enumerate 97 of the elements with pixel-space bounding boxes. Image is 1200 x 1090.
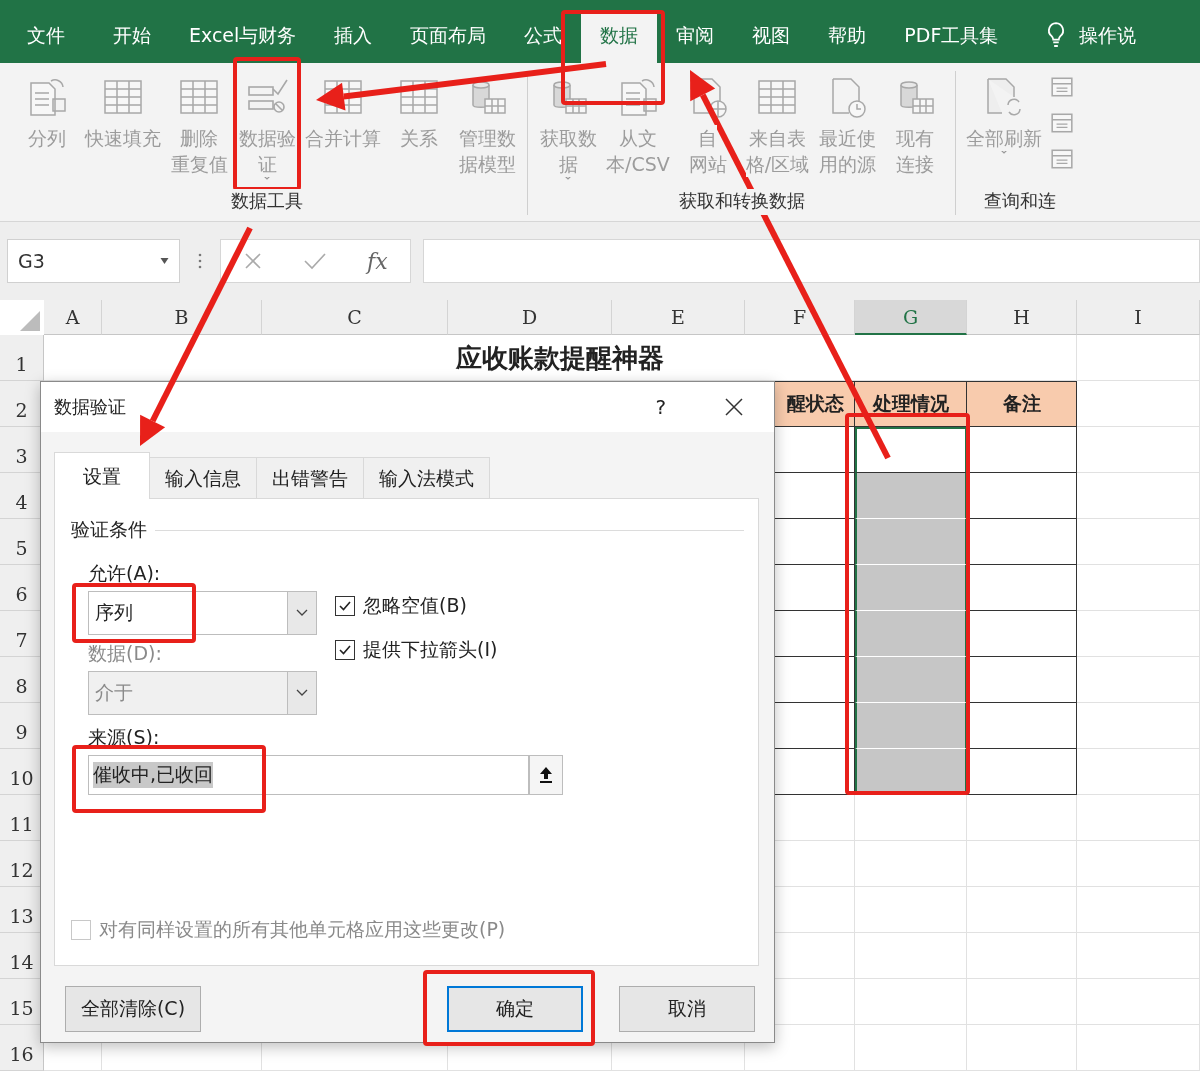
select-all-icon[interactable]	[20, 311, 40, 331]
column-header[interactable]: F	[745, 300, 855, 335]
column-header[interactable]: E	[612, 300, 745, 335]
sheet-cell[interactable]	[967, 933, 1077, 979]
sheet-cell[interactable]	[855, 795, 967, 841]
sheet-cell[interactable]	[1077, 795, 1200, 841]
menu-tab[interactable]: 开始	[94, 12, 170, 63]
upload-icon	[539, 766, 553, 784]
small-table-icon[interactable]	[1050, 147, 1075, 171]
table-cell[interactable]	[855, 519, 967, 565]
table-cell[interactable]	[855, 611, 967, 657]
table-cell[interactable]	[967, 473, 1077, 519]
insert-function-button[interactable]: fx	[367, 248, 388, 274]
table-cell[interactable]	[855, 473, 967, 519]
sheet-cell[interactable]	[1077, 1025, 1200, 1071]
check-icon[interactable]	[303, 251, 327, 271]
name-box[interactable]: G3	[7, 239, 180, 283]
table-cell[interactable]	[967, 657, 1077, 703]
column-header[interactable]: A	[44, 300, 102, 335]
table-cell[interactable]	[855, 427, 967, 473]
menu-tab[interactable]: Excel与财务	[170, 12, 316, 63]
checkmark-icon	[338, 599, 352, 613]
caret-icon	[296, 609, 308, 617]
table-cell[interactable]	[967, 519, 1077, 565]
formula-field[interactable]	[422, 239, 1200, 283]
column-header[interactable]: I	[1077, 300, 1200, 335]
menu-tab[interactable]: 文件	[8, 12, 94, 63]
dialog-tab[interactable]: 设置	[54, 452, 150, 499]
dialog-tab[interactable]: 输入法模式	[363, 457, 490, 498]
allow-dropdown[interactable]: 序列	[88, 591, 317, 635]
menu-tab[interactable]: 公式	[505, 12, 582, 63]
sheet-cell[interactable]	[967, 887, 1077, 933]
table-cell[interactable]	[967, 703, 1077, 749]
column-header[interactable]: H	[967, 300, 1077, 335]
table-cell[interactable]	[967, 749, 1077, 795]
sheet-cell[interactable]	[855, 841, 967, 887]
sheet-cell[interactable]	[855, 1025, 967, 1071]
dialog-tab[interactable]: 输入信息	[149, 457, 257, 498]
table-cell[interactable]	[855, 657, 967, 703]
sheet-cell[interactable]	[855, 887, 967, 933]
table-cell[interactable]	[855, 703, 967, 749]
table-cell[interactable]	[967, 611, 1077, 657]
checkbox-label[interactable]: 提供下拉箭头(I)	[363, 637, 498, 663]
checkbox-label[interactable]: 忽略空值(B)	[363, 593, 467, 619]
caret-icon	[564, 175, 572, 181]
field-label: 允许(A):	[88, 561, 162, 586]
sheet-cell[interactable]	[1077, 887, 1200, 933]
caret-icon	[263, 175, 271, 181]
ribbon-group-label: 获取和转换数据	[676, 189, 807, 215]
column-header[interactable]: G	[855, 300, 967, 335]
sheet-cell[interactable]	[1077, 933, 1200, 979]
sheet-cell[interactable]	[1077, 841, 1200, 887]
menu-tab[interactable]: 数据	[581, 12, 658, 63]
dialog-button[interactable]: 全部清除(C)	[65, 986, 201, 1032]
table-cell[interactable]	[855, 565, 967, 611]
field-label: 数据(D):	[88, 641, 163, 666]
menu-tab[interactable]: 页面布局	[391, 12, 506, 63]
checkbox[interactable]	[335, 640, 355, 660]
row-header[interactable]: 16	[0, 1025, 44, 1071]
sheet-cell[interactable]	[967, 1025, 1077, 1071]
column-header[interactable]: B	[102, 300, 262, 335]
sheet-cell[interactable]	[967, 979, 1077, 1025]
column-header[interactable]: D	[448, 300, 612, 335]
sheet-cell[interactable]	[1077, 335, 1200, 381]
more-icon[interactable]	[198, 253, 202, 269]
table-cell[interactable]	[967, 427, 1077, 473]
section-heading: 验证条件	[71, 517, 147, 542]
checkmark-icon	[338, 643, 352, 657]
close-icon[interactable]	[724, 397, 744, 417]
caret-icon	[160, 258, 169, 264]
row-header[interactable]: 1	[0, 335, 44, 381]
column-header[interactable]: C	[262, 300, 448, 335]
menu-tab[interactable]: 视图	[733, 12, 810, 63]
sheet-cell[interactable]	[967, 841, 1077, 887]
dialog-title: 数据验证	[54, 395, 127, 419]
sheet-cell[interactable]	[855, 979, 967, 1025]
menu-tab[interactable]: 审阅	[657, 12, 734, 63]
small-table-icon[interactable]	[1050, 111, 1075, 135]
sheet-cell[interactable]	[1077, 979, 1200, 1025]
menu-tab[interactable]: 帮助	[809, 12, 886, 63]
cancel-icon[interactable]	[243, 251, 263, 271]
menu-tab[interactable]: 插入	[315, 12, 392, 63]
table-cell[interactable]	[967, 565, 1077, 611]
column-heading: 备注	[967, 381, 1077, 427]
caret-icon	[296, 689, 308, 697]
source-field[interactable]: 催收中,已收回	[88, 755, 529, 795]
tell-me-label[interactable]: 操作说	[1079, 12, 1137, 63]
help-button[interactable]: ?	[655, 395, 666, 419]
dialog-button[interactable]: 取消	[619, 986, 755, 1032]
caret-icon	[1000, 149, 1009, 155]
menu-tab[interactable]: PDF工具集	[885, 12, 1018, 63]
collapse-button[interactable]	[529, 755, 563, 795]
dialog-tab[interactable]: 出错警告	[256, 457, 364, 498]
small-table-icon[interactable]	[1050, 75, 1075, 99]
checkbox[interactable]	[335, 596, 355, 616]
sheet-cell[interactable]	[855, 933, 967, 979]
dialog-button[interactable]: 确定	[447, 986, 583, 1032]
